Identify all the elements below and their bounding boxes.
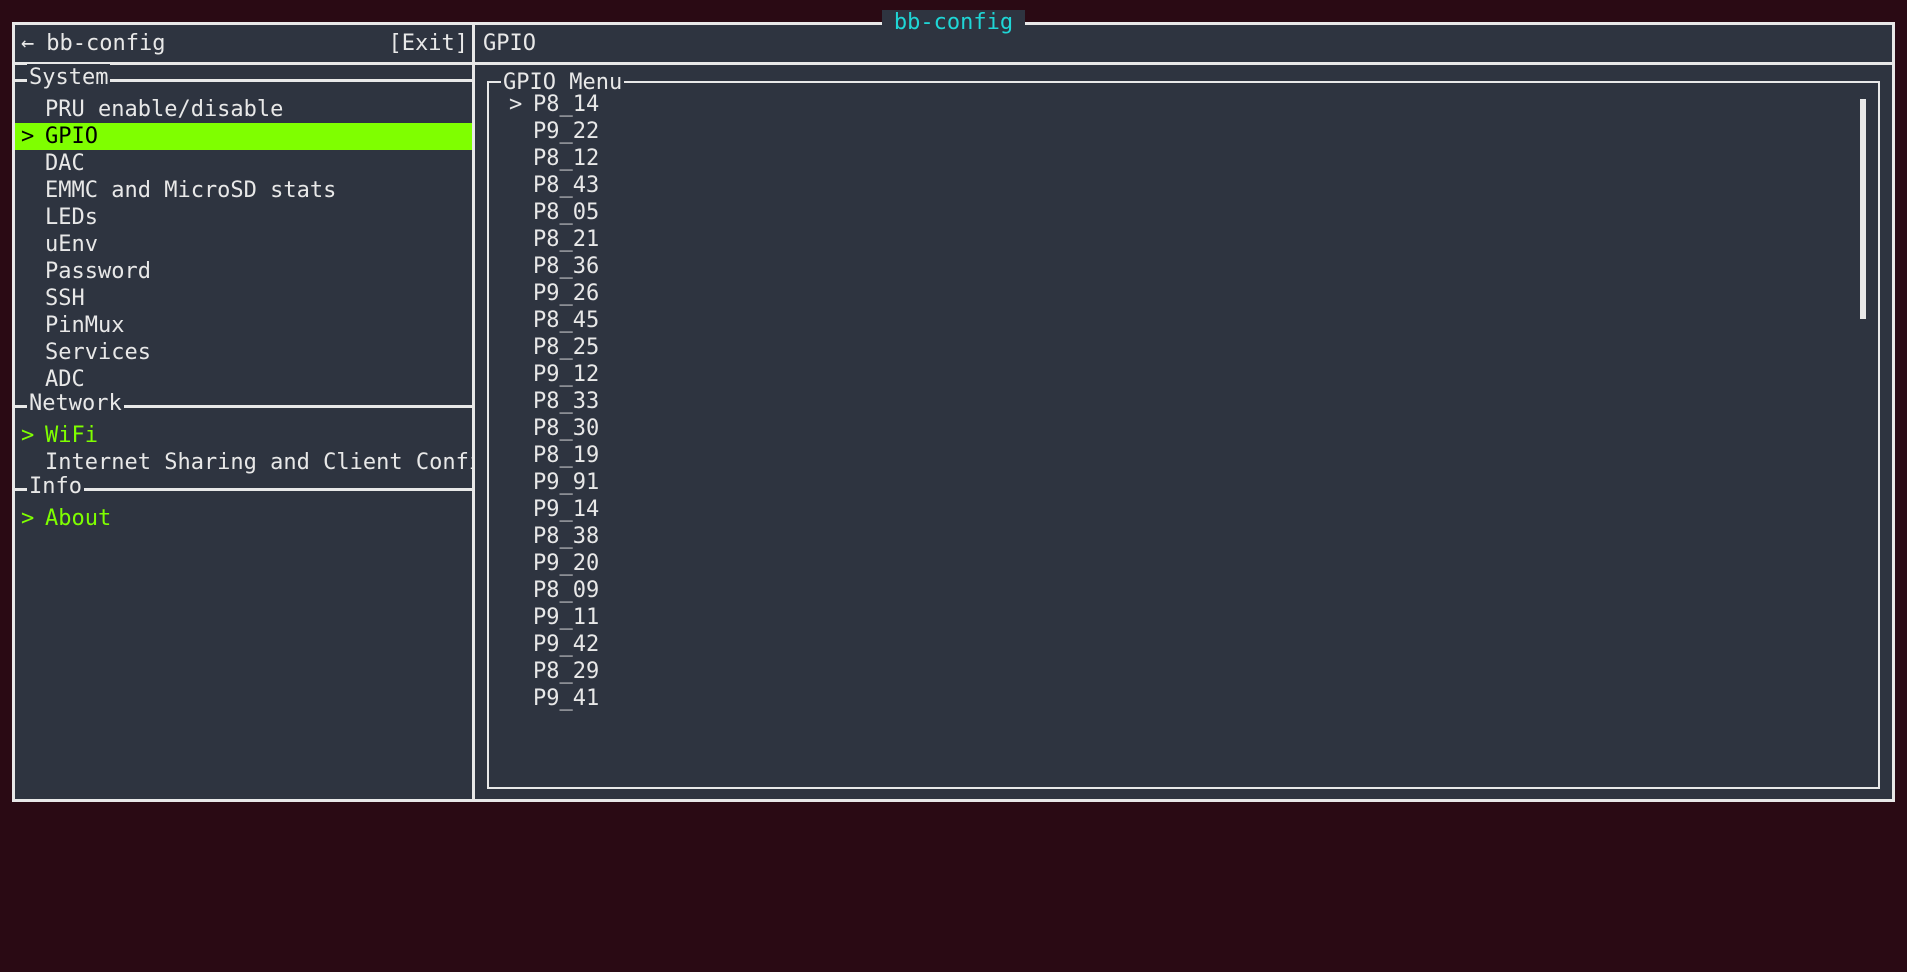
header-left: ← bb-config [Exit] — [15, 25, 475, 62]
gpio-pin-item[interactable]: P8_09 — [497, 577, 1870, 604]
sidebar-item-pinmux[interactable]: PinMux — [15, 312, 472, 339]
gpio-pin-item[interactable]: P8_45 — [497, 307, 1870, 334]
section-label: Network — [27, 390, 124, 417]
gpio-pin-label: P8_09 — [533, 578, 599, 603]
gpio-pin-label: P9_12 — [533, 362, 599, 387]
sidebar-item-label: Internet Sharing and Client Confi — [45, 450, 472, 475]
gpio-pin-label: P8_29 — [533, 659, 599, 684]
sidebar-item-label: ADC — [45, 367, 85, 392]
gpio-pin-label: P8_14 — [533, 92, 599, 117]
gpio-pin-label: P9_41 — [533, 686, 599, 711]
caret-icon: > — [509, 91, 533, 118]
sidebar-item-emmc-and-microsd-stats[interactable]: EMMC and MicroSD stats — [15, 177, 472, 204]
gpio-pin-item[interactable]: P8_12 — [497, 145, 1870, 172]
sidebar-item-label: PRU enable/disable — [45, 97, 283, 122]
gpio-pin-label: P9_42 — [533, 632, 599, 657]
gpio-pin-item[interactable]: P8_36 — [497, 253, 1870, 280]
sidebar-item-uenv[interactable]: uEnv — [15, 231, 472, 258]
gpio-pin-label: P9_20 — [533, 551, 599, 576]
gpio-pin-label: P8_21 — [533, 227, 599, 252]
gpio-pin-label: P8_30 — [533, 416, 599, 441]
sidebar-item-ssh[interactable]: SSH — [15, 285, 472, 312]
sidebar: SystemPRU enable/disable> GPIODACEMMC an… — [15, 65, 475, 799]
back-arrow-icon[interactable]: ← — [21, 30, 34, 57]
sidebar-item-leds[interactable]: LEDs — [15, 204, 472, 231]
gpio-pin-item[interactable]: P9_12 — [497, 361, 1870, 388]
sidebar-item-label: About — [45, 506, 111, 531]
sidebar-item-password[interactable]: Password — [15, 258, 472, 285]
gpio-pin-label: P9_22 — [533, 119, 599, 144]
exit-button[interactable]: [Exit] — [389, 30, 468, 57]
header: ← bb-config [Exit] GPIO — [15, 25, 1892, 65]
gpio-pin-item[interactable]: P9_22 — [497, 118, 1870, 145]
gpio-pin-item[interactable]: P8_33 — [497, 388, 1870, 415]
sidebar-item-label: PinMux — [45, 313, 124, 338]
sidebar-item-services[interactable]: Services — [15, 339, 472, 366]
section-divider: Network — [15, 405, 472, 408]
gpio-pin-item[interactable]: P8_29 — [497, 658, 1870, 685]
gpio-menu-box: GPIO Menu > P8_14P9_22P8_12P8_43P8_05P8_… — [487, 81, 1880, 789]
gpio-pin-item[interactable]: P9_91 — [497, 469, 1870, 496]
sidebar-item-label: Password — [45, 259, 151, 284]
gpio-pin-item[interactable]: P8_21 — [497, 226, 1870, 253]
gpio-pin-label: P8_45 — [533, 308, 599, 333]
gpio-pin-item[interactable]: P9_41 — [497, 685, 1870, 712]
gpio-pin-item[interactable]: P8_43 — [497, 172, 1870, 199]
sidebar-item-label: Services — [45, 340, 151, 365]
section-divider: System — [15, 79, 472, 82]
gpio-pin-label: P9_26 — [533, 281, 599, 306]
gpio-pin-label: P9_14 — [533, 497, 599, 522]
sidebar-item-label: DAC — [45, 151, 85, 176]
gpio-pin-label: P8_05 — [533, 200, 599, 225]
sidebar-item-dac[interactable]: DAC — [15, 150, 472, 177]
caret-icon: > — [21, 123, 45, 150]
section-divider: Info — [15, 488, 472, 491]
sidebar-item-wifi[interactable]: > WiFi — [15, 422, 472, 449]
gpio-pin-item[interactable]: P8_05 — [497, 199, 1870, 226]
gpio-pin-item[interactable]: P9_26 — [497, 280, 1870, 307]
sidebar-item-label: uEnv — [45, 232, 98, 257]
gpio-pin-label: P8_36 — [533, 254, 599, 279]
gpio-pin-label: P8_12 — [533, 146, 599, 171]
gpio-pin-item[interactable]: P8_25 — [497, 334, 1870, 361]
caret-icon: > — [21, 505, 45, 532]
section-label: Info — [27, 473, 84, 500]
app-window: bb-config ← bb-config [Exit] GPIO System… — [12, 22, 1895, 802]
scrollbar[interactable] — [1860, 99, 1866, 319]
gpio-pin-item[interactable]: P8_30 — [497, 415, 1870, 442]
gpio-pin-item[interactable]: P9_42 — [497, 631, 1870, 658]
content-pane: GPIO Menu > P8_14P9_22P8_12P8_43P8_05P8_… — [475, 65, 1892, 799]
sidebar-item-label: LEDs — [45, 205, 98, 230]
gpio-pin-item[interactable]: P8_38 — [497, 523, 1870, 550]
gpio-pin-item[interactable]: P8_19 — [497, 442, 1870, 469]
gpio-pin-label: P8_25 — [533, 335, 599, 360]
header-breadcrumb: GPIO — [475, 30, 1892, 57]
sidebar-item-label: WiFi — [45, 423, 98, 448]
sidebar-item-internet-sharing-and-client-confi[interactable]: Internet Sharing and Client Confi — [15, 449, 472, 476]
gpio-pin-label: P8_33 — [533, 389, 599, 414]
body: SystemPRU enable/disable> GPIODACEMMC an… — [15, 65, 1892, 799]
gpio-pin-item[interactable]: > P8_14 — [497, 91, 1870, 118]
sidebar-item-label: EMMC and MicroSD stats — [45, 178, 336, 203]
gpio-pin-label: P8_43 — [533, 173, 599, 198]
sidebar-item-pru-enable-disable[interactable]: PRU enable/disable — [15, 96, 472, 123]
sidebar-item-label: SSH — [45, 286, 85, 311]
section-label: System — [27, 64, 110, 91]
gpio-pin-item[interactable]: P9_20 — [497, 550, 1870, 577]
gpio-pin-item[interactable]: P9_11 — [497, 604, 1870, 631]
header-title: bb-config — [46, 30, 388, 57]
gpio-pin-label: P8_19 — [533, 443, 599, 468]
sidebar-item-label: GPIO — [45, 124, 98, 149]
gpio-pin-label: P9_91 — [533, 470, 599, 495]
caret-icon: > — [21, 422, 45, 449]
sidebar-item-adc[interactable]: ADC — [15, 366, 472, 393]
gpio-pin-label: P8_38 — [533, 524, 599, 549]
gpio-pin-list[interactable]: > P8_14P9_22P8_12P8_43P8_05P8_21P8_36P9_… — [497, 91, 1870, 779]
gpio-pin-label: P9_11 — [533, 605, 599, 630]
gpio-pin-item[interactable]: P9_14 — [497, 496, 1870, 523]
sidebar-item-about[interactable]: > About — [15, 505, 472, 532]
sidebar-item-gpio[interactable]: > GPIO — [15, 123, 472, 150]
